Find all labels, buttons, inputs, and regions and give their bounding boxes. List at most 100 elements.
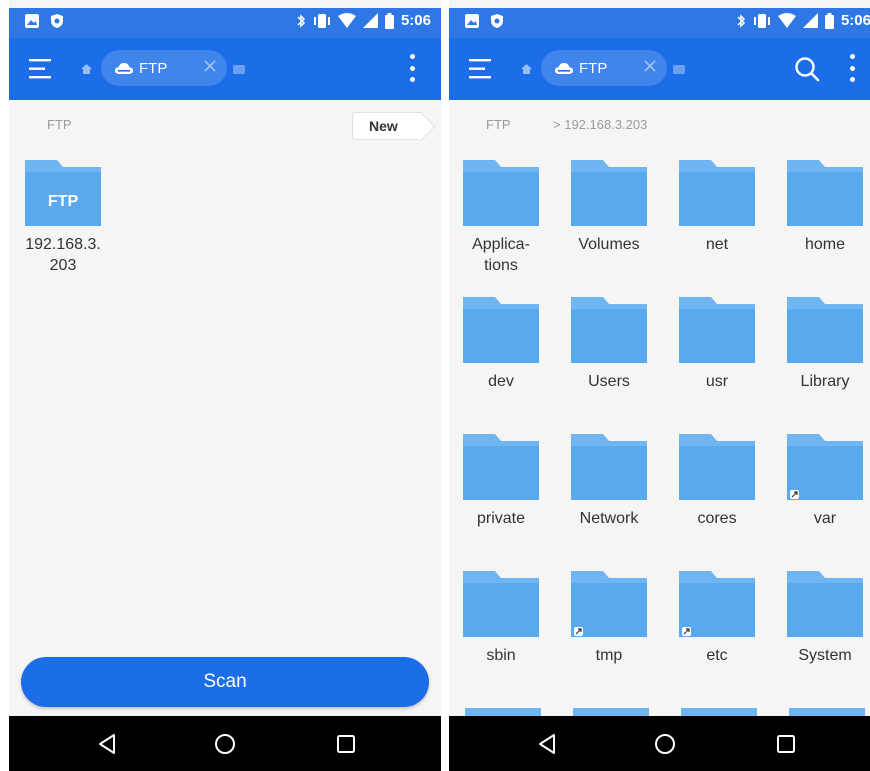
vibrate-icon — [313, 13, 330, 28]
app-bar: FTP — [9, 38, 441, 100]
folder-icon — [571, 571, 647, 637]
home-icon[interactable] — [521, 64, 532, 74]
bluetooth-icon — [297, 13, 306, 28]
folder-item[interactable]: net — [669, 160, 765, 255]
folder-item[interactable]: usr — [669, 297, 765, 392]
home-icon[interactable] — [81, 64, 92, 74]
symlink-icon — [790, 490, 799, 499]
folder-item[interactable]: Applica- tions — [453, 160, 549, 276]
breadcrumb-path-label: 192.168.3.203 — [564, 117, 648, 132]
folder-name: 192.168.3. 203 — [25, 236, 101, 274]
recents-icon[interactable] — [775, 733, 797, 755]
folder-name: Network — [579, 510, 639, 527]
symlink-icon — [574, 627, 583, 636]
wifi-icon — [337, 13, 356, 28]
folder-partial — [681, 708, 757, 716]
folder-icon — [571, 297, 647, 363]
folder-icon — [679, 297, 755, 363]
cloud-icon — [115, 63, 133, 74]
folder-icon — [787, 434, 863, 500]
folder-partial — [573, 708, 649, 716]
folder-item[interactable]: tmp — [561, 571, 657, 666]
folder-icon — [679, 160, 755, 226]
new-button-label: New — [369, 118, 398, 134]
shield-notification-icon — [491, 14, 503, 28]
folder-icon — [787, 160, 863, 226]
home-circle-icon[interactable] — [214, 733, 236, 755]
breadcrumb[interactable]: FTP — [47, 117, 72, 132]
folder-icon — [463, 434, 539, 500]
more-options-icon[interactable] — [847, 54, 857, 82]
folder-name: usr — [705, 373, 729, 390]
folder-item[interactable]: Network — [561, 434, 657, 529]
back-icon[interactable] — [97, 733, 119, 755]
tab-ftp[interactable]: FTP — [101, 50, 227, 86]
recents-icon[interactable] — [335, 733, 357, 755]
folder-name: private — [476, 510, 526, 527]
folder-item[interactable]: home — [777, 160, 870, 255]
signal-icon — [802, 13, 818, 28]
tab-ftp[interactable]: FTP — [541, 50, 667, 86]
home-circle-icon[interactable] — [654, 733, 676, 755]
folder-item[interactable]: cores — [669, 434, 765, 529]
folder-name: Volumes — [578, 236, 640, 253]
cloud-icon — [555, 63, 573, 74]
close-icon[interactable] — [203, 59, 217, 73]
folder-item[interactable]: etc — [669, 571, 765, 666]
status-bar: 5:06 — [449, 8, 870, 38]
signal-icon — [362, 13, 378, 28]
content-area: FTP > 192.168.3.203 Applica- tions Volume… — [449, 100, 870, 716]
folder-icon — [571, 160, 647, 226]
battery-icon — [824, 12, 834, 29]
folder-icon — [787, 297, 863, 363]
image-notification-icon — [465, 14, 479, 28]
shield-notification-icon — [51, 14, 63, 28]
status-bar: 5:06 — [9, 8, 441, 38]
folder-item[interactable]: System — [777, 571, 870, 666]
scan-button-label: Scan — [203, 671, 247, 692]
close-icon[interactable] — [643, 59, 657, 73]
folder-name: tmp — [595, 647, 623, 664]
folder-name: Applica- tions — [472, 236, 530, 274]
folder-partial — [789, 708, 865, 716]
back-icon[interactable] — [537, 733, 559, 755]
folder-item[interactable]: private — [453, 434, 549, 529]
vibrate-icon — [753, 13, 770, 28]
folder-partial — [465, 708, 541, 716]
window-icon[interactable] — [673, 65, 685, 74]
svg-text:FTP: FTP — [48, 193, 79, 210]
folder-item[interactable]: sbin — [453, 571, 549, 666]
tab-label: FTP — [139, 59, 168, 77]
menu-icon[interactable] — [469, 58, 493, 80]
content-area: FTP New FTP 192.168.3. 203 Scan — [9, 100, 441, 716]
window-icon[interactable] — [233, 65, 245, 74]
folder-name: home — [804, 236, 846, 253]
folder-icon — [787, 571, 863, 637]
battery-icon — [384, 12, 394, 29]
breadcrumb-root[interactable]: FTP — [486, 117, 511, 132]
folder-item[interactable]: Users — [561, 297, 657, 392]
folder-name: System — [798, 647, 852, 664]
folder-name: dev — [488, 373, 514, 390]
scan-button[interactable]: Scan — [21, 657, 429, 707]
ftp-server-folder[interactable]: FTP 192.168.3. 203 — [15, 160, 111, 276]
folder-item[interactable]: dev — [453, 297, 549, 392]
more-options-icon[interactable] — [407, 54, 417, 82]
folder-name: sbin — [486, 647, 516, 664]
status-time: 5:06 — [840, 12, 870, 29]
folder-name: etc — [706, 647, 728, 664]
folder-name: cores — [697, 510, 737, 527]
folder-item[interactable]: Library — [777, 297, 870, 392]
new-button[interactable]: New — [352, 112, 422, 140]
folder-icon — [463, 571, 539, 637]
search-icon[interactable] — [793, 55, 821, 83]
folder-name: net — [705, 236, 729, 253]
nav-bar — [449, 716, 870, 771]
folder-icon — [571, 434, 647, 500]
folder-item[interactable]: var — [777, 434, 870, 529]
breadcrumb-path[interactable]: > 192.168.3.203 — [553, 117, 647, 132]
folder-item[interactable]: Volumes — [561, 160, 657, 255]
folder-icon — [679, 434, 755, 500]
folder-name: Users — [588, 373, 630, 390]
menu-icon[interactable] — [29, 58, 53, 80]
